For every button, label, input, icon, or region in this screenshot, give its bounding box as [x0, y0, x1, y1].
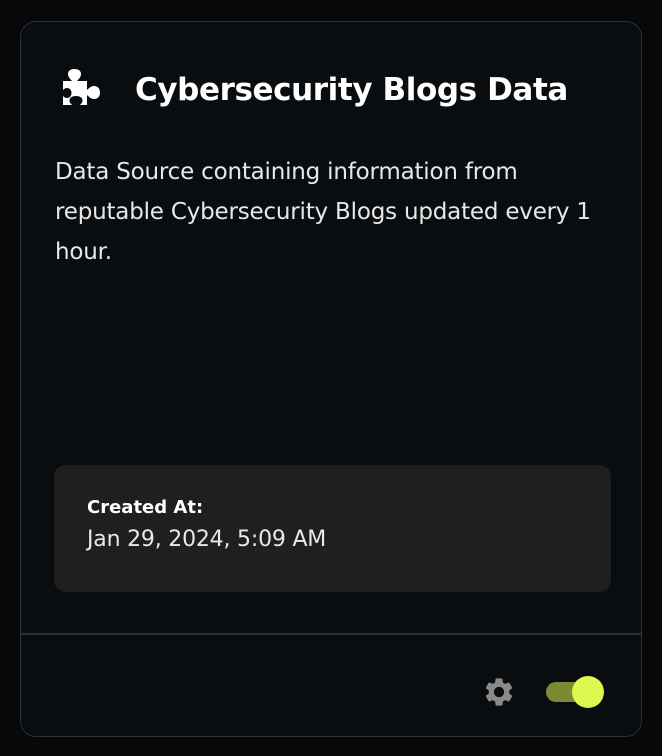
data-source-card: Cybersecurity Blogs Data Data Source con… [20, 21, 642, 737]
enable-toggle[interactable] [544, 676, 606, 708]
card-footer-divider [21, 633, 641, 635]
created-at-label: Created At: [87, 497, 204, 518]
created-at-value: Jan 29, 2024, 5:09 AM [87, 527, 327, 552]
toggle-thumb [572, 676, 604, 708]
card-header: Cybersecurity Blogs Data [59, 66, 568, 114]
created-at-panel: Created At: Jan 29, 2024, 5:09 AM [54, 465, 611, 592]
card-title: Cybersecurity Blogs Data [135, 72, 568, 108]
card-description: Data Source containing information from … [55, 159, 591, 265]
settings-button[interactable] [480, 673, 518, 711]
puzzle-piece-icon [59, 69, 105, 111]
gear-icon [482, 675, 516, 709]
